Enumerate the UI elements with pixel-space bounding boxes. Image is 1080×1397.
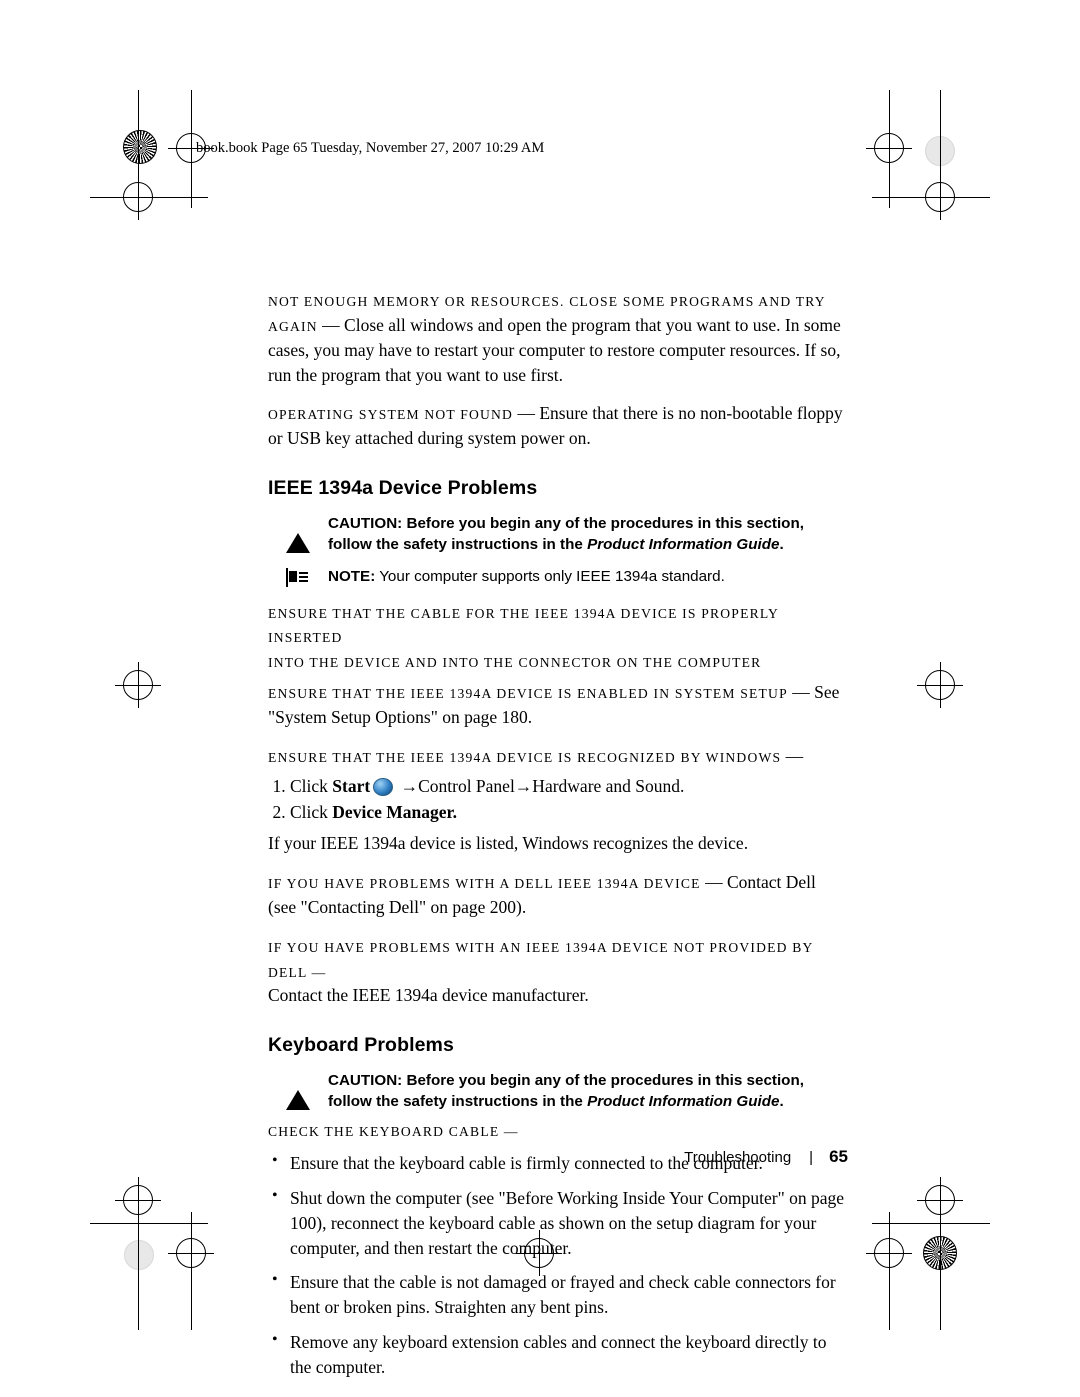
paragraph-ensure-recognized-windows: ENSURE THAT THE IEEE 1394A DEVICE IS REC… (268, 744, 848, 769)
caution-end-ieee: . (779, 535, 784, 553)
caution-end-keyboard: . (779, 1092, 784, 1110)
trim-line-top-left-v2 (138, 90, 139, 208)
lead-ensure-recognized: ENSURE THAT THE IEEE 1394A DEVICE IS REC… (268, 749, 782, 765)
step2-prefix: Click (290, 801, 333, 822)
list-item: Ensure that the cable is not damaged or … (268, 1269, 848, 1320)
trim-line-right-bottom-h (872, 1223, 990, 1224)
caution-italic-keyboard: Product Information Guide (587, 1092, 780, 1110)
trim-line-top-right-v (889, 90, 890, 208)
steps-device-manager: Click Start →Control Panel→Hardware and … (268, 773, 848, 826)
footer-chapter-title: Troubleshooting (684, 1149, 792, 1166)
text-ensure-recognized-dash: — (781, 745, 804, 766)
trim-line-top-left-v (191, 90, 192, 208)
step2-device-manager-label: Device Manager. (332, 801, 458, 822)
crosshair-left-upper (115, 174, 161, 220)
caution-label-keyboard: CAUTION: (328, 1072, 403, 1090)
caution-label-ieee: CAUTION: (328, 515, 403, 533)
lead-ensure-cable-line1: ENSURE THAT THE CABLE FOR THE IEEE 1394A… (268, 605, 779, 646)
note-label-ieee: NOTE: (328, 568, 376, 586)
trim-line-right-top-h (872, 197, 990, 198)
gray-dot-bottom-left (124, 1240, 154, 1270)
trim-line-top-right-v2 (940, 90, 941, 208)
document-page: book.book Page 65 Tuesday, November 27, … (0, 0, 1080, 1397)
lead-ensure-cable-line2: INTO THE DEVICE AND INTO THE CONNECTOR O… (268, 655, 762, 671)
step1-start-label: Start (332, 775, 371, 796)
note-box-ieee: NOTE: Your computer supports only IEEE 1… (286, 567, 848, 588)
crosshair-bottom-right (866, 1230, 912, 1276)
caution-triangle-icon-keyboard: ! (286, 1072, 312, 1111)
starburst-mark-top-left (123, 130, 157, 164)
paragraph-device-listed: If your IEEE 1394a device is listed, Win… (268, 833, 749, 854)
note-icon (286, 568, 312, 590)
crosshair-left-lower (115, 1177, 161, 1223)
page-footer: Troubleshooting | 65 (268, 1147, 848, 1167)
keyboard-checklist: Ensure that the keyboard cable is firmly… (268, 1150, 848, 1380)
paragraph-ensure-enabled-system-setup: ENSURE THAT THE IEEE 1394A DEVICE IS ENA… (268, 680, 848, 730)
caution-triangle-icon: ! (286, 515, 312, 554)
crosshair-left-mid (115, 662, 161, 708)
paragraph-ensure-cable-inserted: ENSURE THAT THE CABLE FOR THE IEEE 1394A… (268, 600, 848, 675)
lead-ensure-enabled: ENSURE THAT THE IEEE 1394A DEVICE IS ENA… (268, 686, 788, 702)
heading-ieee-1394a-device-problems: IEEE 1394a Device Problems (268, 477, 538, 500)
list-item: Shut down the computer (see "Before Work… (268, 1185, 848, 1261)
caution-box-ieee: ! CAUTION: Before you begin any of the p… (286, 514, 848, 555)
lead-again: AGAIN (268, 318, 318, 334)
text-problems-non-dell-device: Contact the IEEE 1394a device manufactur… (268, 985, 589, 1006)
footer-separator: | (809, 1149, 814, 1166)
caution-box-keyboard: ! CAUTION: Before you begin any of the p… (286, 1071, 848, 1112)
page-number: 65 (829, 1147, 848, 1166)
text-not-enough-memory: — Close all windows and open the program… (268, 314, 841, 385)
caution-italic-ieee: Product Information Guide (587, 535, 780, 553)
crosshair-bottom-left (168, 1230, 214, 1276)
step-click-device-manager: Click Device Manager. (290, 799, 848, 825)
trim-line-bottom-left-v (191, 1212, 192, 1330)
heading-keyboard-problems: Keyboard Problems (268, 1034, 454, 1057)
lead-not-enough-memory: NOT ENOUGH MEMORY OR RESOURCES. CLOSE SO… (268, 294, 826, 309)
crosshair-right-lower (917, 1177, 963, 1223)
paragraph-check-keyboard-cable: CHECK THE KEYBOARD CABLE — (268, 1118, 848, 1143)
lead-problems-dell-device: IF YOU HAVE PROBLEMS WITH A DELL IEEE 13… (268, 876, 701, 892)
lead-check-keyboard-cable: CHECK THE KEYBOARD CABLE — (268, 1124, 519, 1140)
trim-line-bottom-left-v2 (138, 1212, 139, 1330)
crosshair-top-right (866, 125, 912, 171)
paragraph-operating-system-not-found: OPERATING SYSTEM NOT FOUND — Ensure that… (268, 401, 848, 451)
lead-problems-non-dell-device: IF YOU HAVE PROBLEMS WITH AN IEEE 1394A … (268, 939, 814, 980)
trim-line-left-bottom-h (90, 1223, 208, 1224)
step1-prefix: Click (290, 775, 333, 796)
paragraph-not-enough-memory: NOT ENOUGH MEMORY OR RESOURCES. CLOSE SO… (268, 288, 848, 387)
gray-dot-top-right (925, 136, 955, 166)
crosshair-right-upper (917, 174, 963, 220)
trim-line-bottom-right-v (889, 1212, 890, 1330)
paragraph-problems-dell-device: IF YOU HAVE PROBLEMS WITH A DELL IEEE 13… (268, 870, 848, 920)
crosshair-right-mid (917, 662, 963, 708)
trim-line-left-top-h (90, 197, 208, 198)
lead-os-not-found: OPERATING SYSTEM NOT FOUND (268, 407, 514, 423)
starburst-mark-bottom-right (923, 1236, 957, 1270)
list-item: Remove any keyboard extension cables and… (268, 1329, 848, 1380)
paragraph-problems-non-dell-device: IF YOU HAVE PROBLEMS WITH AN IEEE 1394A … (268, 934, 848, 1009)
note-text-ieee: Your computer supports only IEEE 1394a s… (375, 568, 725, 586)
file-info-header: book.book Page 65 Tuesday, November 27, … (196, 140, 545, 156)
step1-suffix: →Control Panel→Hardware and Sound. (396, 775, 685, 796)
trim-line-bottom-right-v2 (940, 1212, 941, 1330)
windows-logo-icon (373, 777, 394, 796)
page-content: NOT ENOUGH MEMORY OR RESOURCES. CLOSE SO… (268, 288, 848, 1390)
step-open-control-panel: Click Start →Control Panel→Hardware and … (290, 773, 848, 799)
